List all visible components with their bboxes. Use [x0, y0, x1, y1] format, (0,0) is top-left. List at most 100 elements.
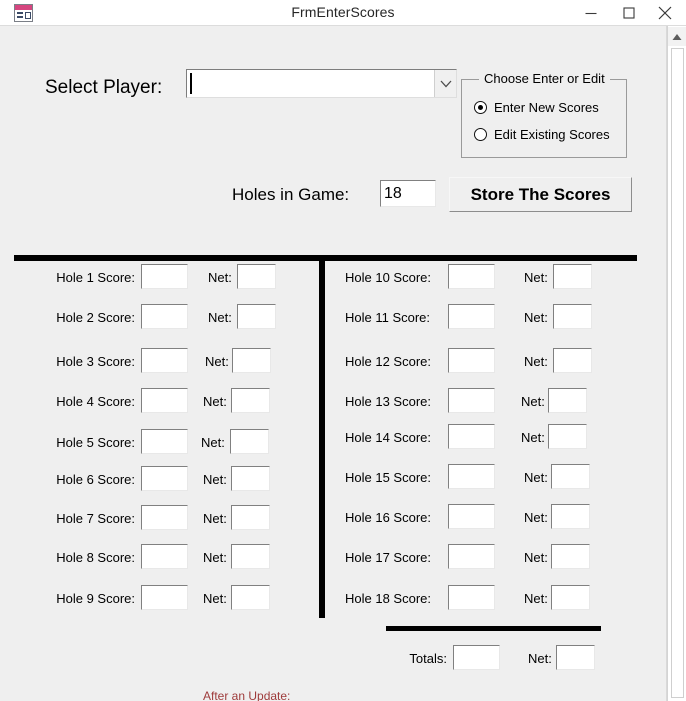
select-player-label: Select Player:: [45, 77, 163, 98]
radio-enter-new-scores-label: Enter New Scores: [494, 100, 599, 115]
hole-net-input[interactable]: [232, 348, 271, 373]
after-an-update-label: After an Update:: [203, 689, 291, 701]
totals-divider-rule: [386, 626, 601, 631]
net-label: Net:: [524, 510, 548, 525]
minimize-button[interactable]: [572, 0, 610, 25]
hole-net-input[interactable]: [231, 544, 270, 569]
scroll-up-button[interactable]: [668, 27, 686, 46]
minimize-icon: [585, 12, 597, 14]
close-icon: [658, 6, 672, 19]
hole-net-input[interactable]: [553, 264, 592, 289]
hole-score-input[interactable]: [141, 304, 188, 329]
top-divider-rule: [14, 255, 637, 261]
hole-score-label: Hole 3 Score:: [56, 354, 135, 369]
column-divider-rule: [319, 257, 325, 618]
hole-score-label: Hole 5 Score:: [56, 435, 135, 450]
totals-label: Totals:: [409, 651, 447, 666]
totals-net-input[interactable]: [556, 645, 595, 670]
hole-score-input[interactable]: [141, 264, 188, 289]
hole-score-input[interactable]: [448, 388, 495, 413]
hole-score-input[interactable]: [448, 464, 495, 489]
net-label: Net:: [524, 591, 548, 606]
hole-net-input[interactable]: [551, 504, 590, 529]
chevron-down-icon: [440, 80, 451, 87]
hole-score-label: Hole 9 Score:: [56, 591, 135, 606]
radio-edit-existing-scores[interactable]: Edit Existing Scores: [474, 127, 610, 142]
store-the-scores-button[interactable]: Store The Scores: [449, 177, 632, 212]
net-label: Net:: [201, 435, 225, 450]
totals-net-label: Net:: [528, 651, 552, 666]
radio-enter-new-scores[interactable]: Enter New Scores: [474, 100, 599, 115]
hole-score-input[interactable]: [448, 424, 495, 449]
hole-net-input[interactable]: [231, 388, 270, 413]
holes-in-game-label: Holes in Game:: [232, 185, 350, 204]
net-label: Net:: [521, 394, 545, 409]
choose-enter-or-edit-group: [461, 79, 627, 158]
hole-net-input[interactable]: [230, 429, 269, 454]
hole-net-input[interactable]: [237, 304, 276, 329]
hole-score-label: Hole 12 Score:: [345, 354, 431, 369]
holes-in-game-input[interactable]: 18: [380, 180, 436, 207]
hole-score-label: Hole 10 Score:: [345, 270, 431, 285]
hole-score-input[interactable]: [448, 585, 495, 610]
hole-score-input[interactable]: [141, 544, 188, 569]
hole-score-label: Hole 17 Score:: [345, 550, 431, 565]
net-label: Net:: [524, 354, 548, 369]
close-button[interactable]: [646, 0, 684, 25]
net-label: Net:: [521, 430, 545, 445]
net-label: Net:: [208, 310, 232, 325]
hole-score-input[interactable]: [141, 585, 188, 610]
text-caret: [190, 73, 192, 94]
net-label: Net:: [203, 550, 227, 565]
net-label: Net:: [524, 310, 548, 325]
hole-net-input[interactable]: [231, 585, 270, 610]
maximize-button[interactable]: [610, 0, 648, 25]
net-label: Net:: [208, 270, 232, 285]
hole-net-input[interactable]: [548, 424, 587, 449]
hole-net-input[interactable]: [551, 464, 590, 489]
triangle-up-icon: [672, 33, 682, 40]
hole-score-label: Hole 4 Score:: [56, 394, 135, 409]
hole-score-input[interactable]: [141, 429, 188, 454]
hole-score-input[interactable]: [448, 264, 495, 289]
hole-score-label: Hole 16 Score:: [345, 510, 431, 525]
hole-score-label: Hole 11 Score:: [345, 310, 431, 325]
totals-input[interactable]: [453, 645, 500, 670]
hole-net-input[interactable]: [548, 388, 587, 413]
hole-score-input[interactable]: [141, 466, 188, 491]
vertical-scrollbar[interactable]: [667, 26, 686, 701]
hole-score-input[interactable]: [141, 388, 188, 413]
hole-score-label: Hole 8 Score:: [56, 550, 135, 565]
title-bar: FrmEnterScores: [0, 0, 686, 26]
hole-score-label: Hole 13 Score:: [345, 394, 431, 409]
hole-score-input[interactable]: [448, 504, 495, 529]
hole-score-label: Hole 2 Score:: [56, 310, 135, 325]
hole-net-input[interactable]: [237, 264, 276, 289]
hole-net-input[interactable]: [231, 505, 270, 530]
combobox-dropdown-button[interactable]: [434, 70, 456, 97]
hole-score-input[interactable]: [141, 505, 188, 530]
form-window: FrmEnterScores Select Player: Choose Ent…: [0, 0, 686, 701]
form-canvas: Select Player: Choose Enter or Edit Ente…: [0, 26, 667, 701]
hole-score-input[interactable]: [448, 544, 495, 569]
hole-score-label: Hole 15 Score:: [345, 470, 431, 485]
net-label: Net:: [524, 470, 548, 485]
hole-score-label: Hole 7 Score:: [56, 511, 135, 526]
radio-unselected-icon: [474, 128, 487, 141]
hole-net-input[interactable]: [553, 304, 592, 329]
select-player-combobox[interactable]: [186, 69, 457, 98]
net-label: Net:: [203, 394, 227, 409]
hole-score-input[interactable]: [448, 348, 495, 373]
choose-enter-or-edit-legend: Choose Enter or Edit: [479, 71, 610, 86]
hole-net-input[interactable]: [551, 585, 590, 610]
hole-score-input[interactable]: [448, 304, 495, 329]
scrollbar-track[interactable]: [671, 48, 684, 698]
hole-score-label: Hole 1 Score:: [56, 270, 135, 285]
hole-score-label: Hole 18 Score:: [345, 591, 431, 606]
hole-net-input[interactable]: [231, 466, 270, 491]
hole-score-input[interactable]: [141, 348, 188, 373]
hole-net-input[interactable]: [553, 348, 592, 373]
radio-edit-existing-scores-label: Edit Existing Scores: [494, 127, 610, 142]
net-label: Net:: [203, 511, 227, 526]
hole-net-input[interactable]: [551, 544, 590, 569]
